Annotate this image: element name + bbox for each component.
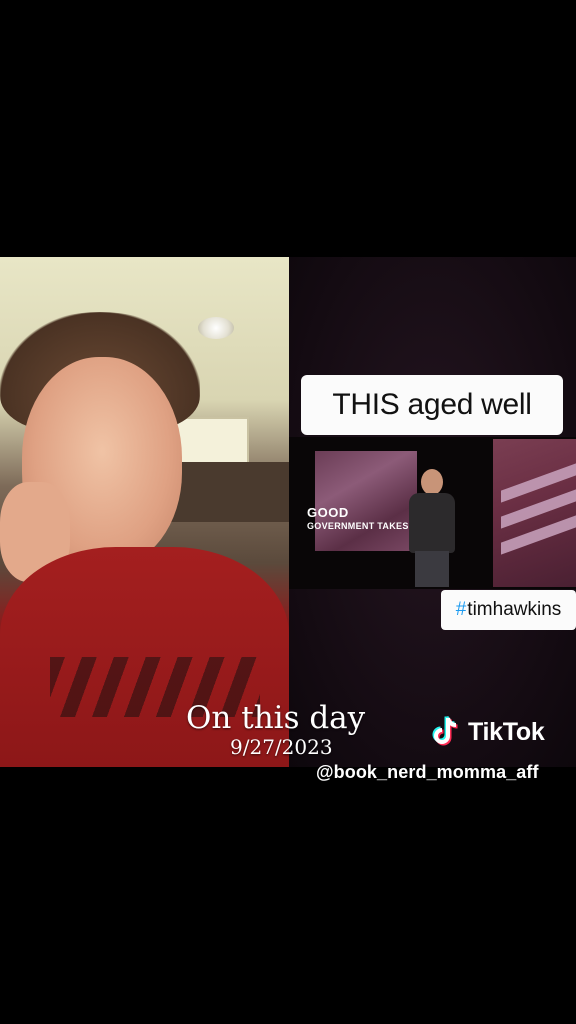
tiktok-note-icon <box>428 714 464 750</box>
tiktok-watermark: TikTok <box>428 714 545 750</box>
on-this-day-title: On this day <box>186 700 366 736</box>
performer <box>401 469 461 587</box>
ceiling-light <box>198 317 234 339</box>
left-video-pane[interactable] <box>0 257 289 767</box>
slide-title: GOOD <box>307 505 349 520</box>
hashtag-text: timhawkins <box>467 599 562 620</box>
tiktok-wordmark: TikTok <box>468 717 545 746</box>
duet-video[interactable]: THIS aged well GOOD GOVERNMENT TAKES # t… <box>0 257 576 767</box>
creator-username[interactable]: @book_nerd_momma_aff <box>316 762 539 783</box>
stage-clip: GOOD GOVERNMENT TAKES <box>289 437 576 589</box>
hashtag-sticker[interactable]: # timhawkins <box>441 590 576 630</box>
slide-subtitle: GOVERNMENT TAKES <box>307 521 409 531</box>
caption-box: THIS aged well <box>301 375 563 435</box>
hashtag-symbol: # <box>455 599 467 620</box>
tiktok-duet-frame: { "overlay": { "caption": "THIS aged wel… <box>0 0 576 1024</box>
caption-text: THIS aged well <box>332 388 532 421</box>
on-this-day-date: 9/27/2023 <box>230 735 333 759</box>
right-video-pane[interactable]: THIS aged well GOOD GOVERNMENT TAKES # t… <box>289 257 576 767</box>
